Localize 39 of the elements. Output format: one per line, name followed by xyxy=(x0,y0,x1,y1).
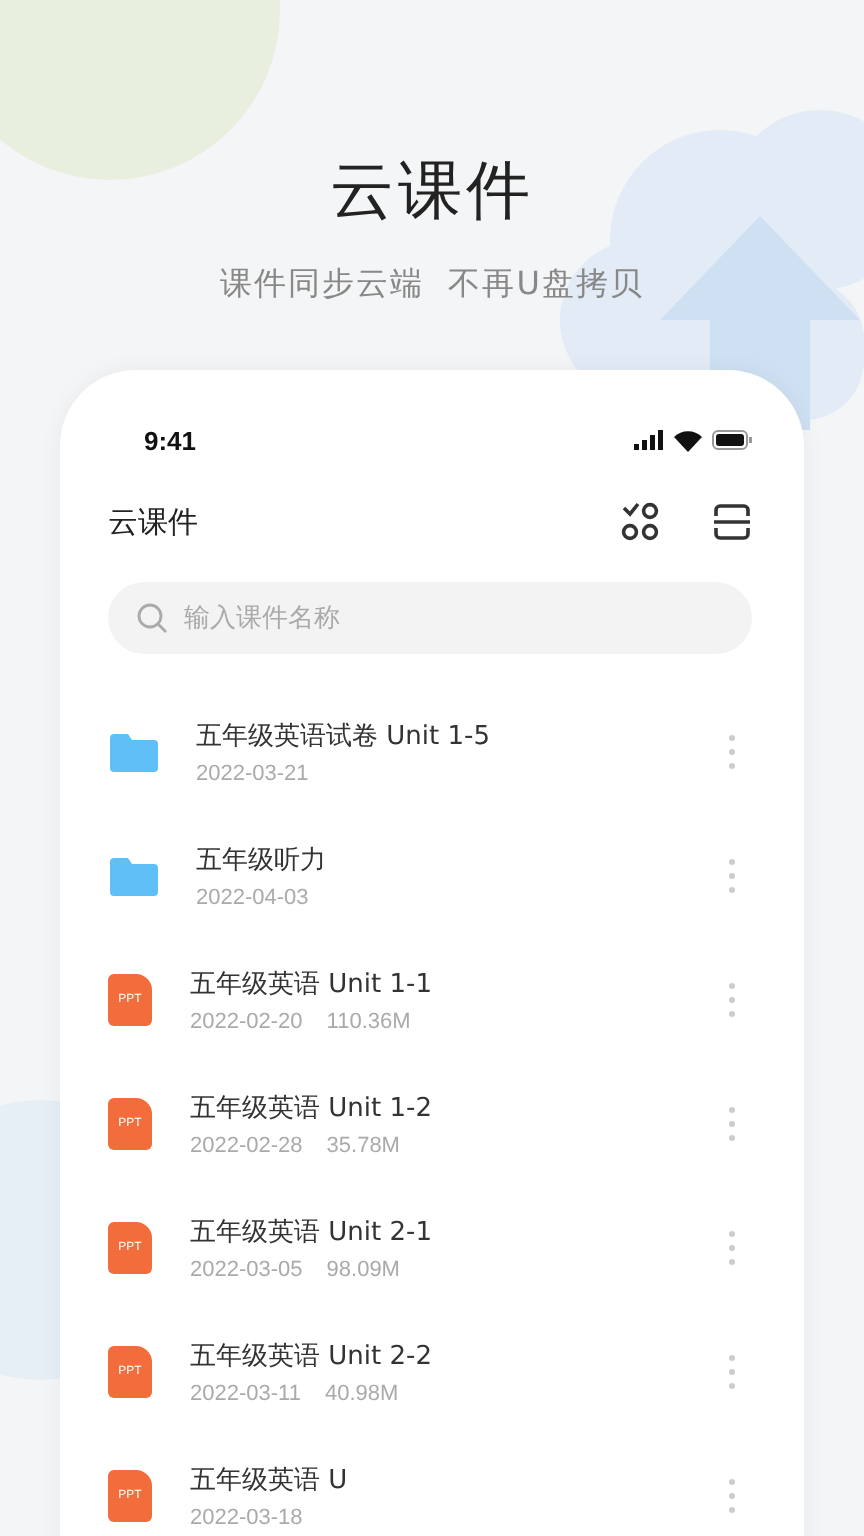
more-icon[interactable] xyxy=(728,734,736,770)
scan-icon[interactable] xyxy=(712,502,752,542)
file-date: 2022-03-21 xyxy=(196,762,309,786)
more-icon[interactable] xyxy=(728,1230,736,1266)
select-icon[interactable] xyxy=(620,502,660,542)
file-size: 110.36M xyxy=(326,1010,411,1034)
more-icon[interactable] xyxy=(728,1478,736,1514)
file-name: 五年级英语试卷 Unit 1-5 xyxy=(196,720,492,754)
file-date: 2022-02-28 xyxy=(190,1134,303,1158)
file-date: 2022-03-05 xyxy=(190,1258,303,1282)
more-icon[interactable] xyxy=(728,982,736,1018)
file-name: 五年级英语 Unit 2-2 xyxy=(190,1340,434,1374)
file-date: 2022-04-03 xyxy=(196,886,309,910)
file-size: 40.98M xyxy=(324,1382,399,1406)
file-date: 2022-03-18 xyxy=(190,1506,303,1530)
file-name: 五年级英语 U xyxy=(190,1464,350,1498)
file-item[interactable]: 五年级英语试卷 Unit 1-5 2022-03-21 xyxy=(108,690,752,814)
file-name: 五年级英语 Unit 2-1 xyxy=(190,1216,434,1250)
folder-icon xyxy=(110,856,158,896)
more-icon[interactable] xyxy=(728,1106,736,1142)
search-field[interactable]: 输入课件名称 xyxy=(108,582,752,654)
more-icon[interactable] xyxy=(728,858,736,894)
file-name: 五年级英语 Unit 1-2 xyxy=(190,1092,434,1126)
page-subtitle: 课件同步云端 不再U盘拷贝 xyxy=(220,264,644,306)
file-name: 五年级听力 xyxy=(196,844,328,878)
file-item[interactable]: 五年级听力 2022-04-03 xyxy=(108,814,752,938)
file-date: 2022-03-11 xyxy=(190,1382,301,1406)
signal-icon xyxy=(634,430,664,450)
more-icon[interactable] xyxy=(728,1354,736,1390)
file-size: 35.78M xyxy=(326,1134,400,1158)
status-time: 9:41 xyxy=(144,425,197,455)
app-title: 云课件 xyxy=(108,503,198,541)
battery-icon xyxy=(712,430,752,450)
file-size: 98.09M xyxy=(326,1258,400,1282)
wifi-icon xyxy=(674,429,702,451)
folder-icon xyxy=(110,732,158,772)
page-title: 云课件 xyxy=(330,150,534,232)
file-name: 五年级英语 Unit 1-1 xyxy=(190,968,434,1002)
file-date: 2022-02-20 xyxy=(190,1010,303,1034)
